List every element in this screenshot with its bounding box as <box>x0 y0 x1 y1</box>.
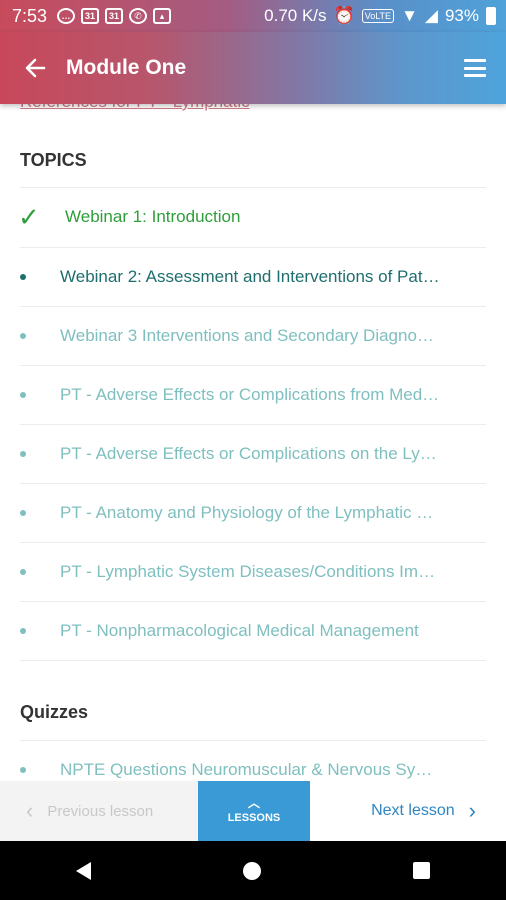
bullet-icon <box>20 274 26 280</box>
hamburger-icon <box>464 59 486 62</box>
chat-icon: … <box>57 8 76 24</box>
network-speed: 0.70 K/s <box>264 6 327 25</box>
alarm-icon: ⏰ <box>333 6 355 25</box>
bullet-icon <box>20 628 26 634</box>
topics-heading: TOPICS <box>20 150 87 170</box>
topic-label: Webinar 3 Interventions and Secondary Di… <box>60 326 440 345</box>
chevron-up-icon: ︿ <box>247 796 260 810</box>
topic-label: PT - Adverse Effects or Complications on… <box>60 444 440 463</box>
bullet-icon <box>20 767 26 773</box>
wifi-icon: ▼ <box>401 6 418 25</box>
topic-label: Webinar 1: Introduction <box>65 207 241 226</box>
calendar-31-icon: 31 <box>81 8 100 24</box>
topic-item[interactable]: Webinar 2: Assessment and Interventions … <box>0 248 506 306</box>
lessons-label: LESSONS <box>227 812 281 824</box>
menu-button[interactable] <box>464 59 486 77</box>
topic-label: PT - Lymphatic System Diseases/Condition… <box>60 562 440 581</box>
topic-item[interactable]: PT - Adverse Effects or Complications fr… <box>0 366 506 424</box>
quiz-label: NPTE Questions Neuromuscular & Nervous S… <box>60 760 440 779</box>
bullet-icon <box>20 569 26 575</box>
arrow-left-icon <box>25 58 46 78</box>
previous-lesson-label: Previous lesson <box>47 802 154 820</box>
bullet-icon <box>20 333 26 339</box>
status-bar: 7:53 … 31 31 ✆ ▴ 0.70 K/s ⏰ VoLTE ▼ ◢ 93… <box>0 0 506 32</box>
next-lesson-button[interactable]: Next lesson › <box>310 781 506 841</box>
bullet-icon <box>20 392 26 398</box>
topic-label: PT - Anatomy and Physiology of the Lymph… <box>60 503 440 522</box>
topic-item[interactable]: PT - Anatomy and Physiology of the Lymph… <box>0 484 506 542</box>
lessons-button[interactable]: ︿ LESSONS <box>198 781 310 841</box>
page-title: Module One <box>66 56 187 79</box>
app-bar: Module One <box>0 32 506 104</box>
lesson-navigation: ‹ Previous lesson ︿ LESSONS Next lesson … <box>0 781 506 841</box>
system-navigation-bar <box>0 841 506 900</box>
topic-label: Webinar 2: Assessment and Interventions … <box>60 267 440 286</box>
battery-percent: 93% <box>444 6 479 25</box>
system-home-icon[interactable] <box>243 861 261 880</box>
bullet-icon <box>20 451 26 457</box>
chevron-right-icon: › <box>468 798 476 823</box>
checkmark-icon: ✓ <box>18 201 40 232</box>
previous-lesson-button[interactable]: ‹ Previous lesson <box>0 781 198 841</box>
topic-label: PT - Adverse Effects or Complications fr… <box>60 385 440 404</box>
battery-icon <box>486 7 496 25</box>
topic-label: PT - Nonpharmacological Medical Manageme… <box>60 621 419 640</box>
signal-icon: ◢ <box>424 6 438 25</box>
topic-item[interactable]: PT - Lymphatic System Diseases/Condition… <box>0 543 506 601</box>
quiz-item[interactable]: NPTE Questions Neuromuscular & Nervous S… <box>0 741 506 781</box>
lesson-content: References for PT - Lymphatic TOPICS ✓ W… <box>0 104 506 781</box>
system-recents-icon[interactable] <box>413 862 430 879</box>
image-icon: ▴ <box>153 8 172 24</box>
quizzes-heading: Quizzes <box>20 702 89 722</box>
topic-item[interactable]: PT - Adverse Effects or Complications on… <box>0 425 506 483</box>
system-back-icon[interactable] <box>76 861 91 880</box>
references-link[interactable]: References for PT - Lymphatic <box>20 104 250 112</box>
notification-icons: … 31 31 ✆ ▴ <box>57 8 172 24</box>
next-lesson-label: Next lesson <box>371 802 455 819</box>
bullet-icon <box>20 510 26 516</box>
whatsapp-icon: ✆ <box>129 8 148 24</box>
calendar-31-icon: 31 <box>105 8 124 24</box>
chevron-left-icon: ‹ <box>26 798 34 823</box>
topic-item[interactable]: ✓ Webinar 1: Introduction <box>0 188 506 246</box>
volte-badge: VoLTE <box>361 9 395 23</box>
status-time: 7:53 <box>12 5 48 26</box>
back-button[interactable] <box>20 53 50 83</box>
topic-item[interactable]: PT - Nonpharmacological Medical Manageme… <box>0 602 506 660</box>
topic-item[interactable]: Webinar 3 Interventions and Secondary Di… <box>0 307 506 365</box>
